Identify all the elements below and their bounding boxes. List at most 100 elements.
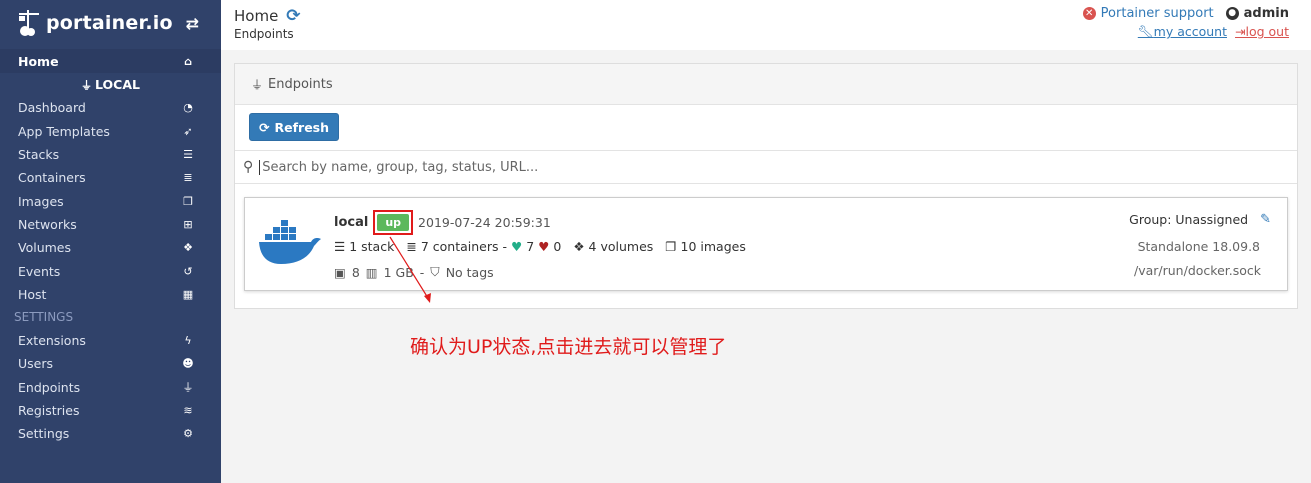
sidebar-item-stacks[interactable]: Stacks ☰ xyxy=(0,143,221,166)
sidebar-item-app-templates[interactable]: App Templates ➶ xyxy=(0,120,221,143)
separator: - xyxy=(419,264,425,280)
sidebar-item-label: Dashboard xyxy=(18,100,86,116)
sidebar-toggle-icon[interactable]: ⇄ xyxy=(186,14,199,33)
images-count: 10 images xyxy=(680,239,746,254)
annotation-text: 确认为UP状态,点击进去就可以管理了 xyxy=(410,336,727,358)
healthy-count: 7 xyxy=(526,239,535,254)
sidebar-item-registries[interactable]: Registries ≋ xyxy=(0,399,221,422)
server-icon: ≣ xyxy=(183,171,193,185)
sidebar-item-label: Stacks xyxy=(18,147,60,163)
sidebar-item-extensions[interactable]: Extensions ϟ xyxy=(0,329,221,352)
clone-icon: ❐ xyxy=(665,239,677,254)
rocket-icon: ➶ xyxy=(183,124,193,138)
th-list-icon: ☰ xyxy=(334,239,346,254)
sidebar-item-label: Containers xyxy=(18,170,86,186)
panel-heading: ⏚ Endpoints xyxy=(235,64,1297,105)
plug-icon: ⏚ xyxy=(182,381,194,395)
sidebar-item-label: Volumes xyxy=(18,240,72,256)
refresh-button-label: Refresh xyxy=(274,119,330,135)
my-account-label: my account xyxy=(1153,24,1228,39)
endpoint-item[interactable]: local up 2019-07-24 20:59:31 ☰ 1 stack ≣… xyxy=(244,197,1288,291)
server-icon: ≣ xyxy=(406,239,417,254)
group-label: Group: Unassigned xyxy=(1129,212,1249,227)
main-content: ⏚ Endpoints ⟳ Refresh ⚲ loca xyxy=(221,50,1311,483)
search-bar: ⚲ xyxy=(235,151,1297,184)
user-circle-icon: ● xyxy=(1225,7,1239,20)
sidebar-item-users[interactable]: Users ☻ xyxy=(0,352,221,375)
home-icon: ⌂ xyxy=(184,54,192,68)
th-icon: ▦ xyxy=(182,287,194,301)
tags-label: No tags xyxy=(445,264,494,280)
volumes-count: 4 volumes xyxy=(588,239,654,254)
endpoint-timestamp: 2019-07-24 20:59:31 xyxy=(418,215,551,230)
support-label: Portainer support xyxy=(1100,6,1214,21)
sidebar-item-label: Settings xyxy=(18,426,70,442)
plug-icon: ⏚ xyxy=(251,77,264,92)
images-stat: ❐ 10 images xyxy=(665,239,746,254)
cpu-count: 8 xyxy=(351,264,360,280)
sidebar-item-label: Events xyxy=(18,263,61,279)
sign-out-icon: ⇥ xyxy=(1235,24,1246,39)
logo-text: portainer.io xyxy=(46,12,173,34)
user-info: ● admin xyxy=(1225,6,1289,21)
sidebar-item-containers[interactable]: Containers ≣ xyxy=(0,166,221,189)
sidebar-item-label: Endpoints xyxy=(18,379,81,395)
sidebar-item-label: Home xyxy=(18,53,59,69)
tachometer-icon: ◔ xyxy=(183,101,193,115)
containers-count: 7 containers - xyxy=(420,239,507,254)
endpoint-version: Standalone 18.09.8 xyxy=(1137,239,1260,254)
sidebar-item-label: App Templates xyxy=(18,123,110,139)
sidebar: portainer.io ⇄ Home ⌂ ⏚ LOCAL Dashboard … xyxy=(0,0,221,483)
sidebar-item-label: Users xyxy=(18,356,54,372)
heartbeat-broken-icon: ♥ xyxy=(538,239,550,254)
endpoint-group: Group: Unassigned ✎ xyxy=(1129,212,1271,227)
memory-icon: ▥ xyxy=(365,264,378,280)
endpoint-name: local xyxy=(334,215,369,230)
bolt-icon: ϟ xyxy=(184,334,192,348)
portainer-support-link[interactable]: ✕ Portainer support xyxy=(1082,6,1214,21)
unhealthy-count: 0 xyxy=(553,239,562,254)
database-icon: ≋ xyxy=(183,404,193,417)
user-area: ✕ Portainer support ● admin 🔧︎my account… xyxy=(1082,6,1289,40)
heartbeat-icon: ♥ xyxy=(510,239,523,254)
clone-icon: ❐ xyxy=(183,194,193,208)
endpoints-panel: ⏚ Endpoints ⟳ Refresh ⚲ loca xyxy=(234,63,1298,309)
search-input[interactable] xyxy=(259,159,860,175)
sidebar-item-dashboard[interactable]: Dashboard ◔ xyxy=(0,96,221,119)
sidebar-item-events[interactable]: Events ↺ xyxy=(0,259,221,282)
endpoint-stats: ☰ 1 stack ≣ 7 containers - ♥ 7 ♥ 0 ❖ 4 v… xyxy=(334,239,746,254)
sidebar-item-label: Registries xyxy=(18,403,80,418)
plug-icon: ⏚ xyxy=(81,78,93,92)
history-icon: ↺ xyxy=(183,264,193,278)
endpoint-label: LOCAL xyxy=(95,77,140,93)
sidebar-item-host[interactable]: Host ▦ xyxy=(0,283,221,306)
sidebar-endpoint-name: ⏚ LOCAL xyxy=(0,73,221,96)
pencil-edit-icon[interactable]: ✎ xyxy=(1260,212,1271,227)
annotation-box: up xyxy=(373,210,414,235)
cpu-icon: ▣ xyxy=(334,264,346,280)
sidebar-item-volumes[interactable]: Volumes ❖ xyxy=(0,236,221,259)
portainer-logo[interactable]: portainer.io xyxy=(16,8,173,38)
settings-heading: SETTINGS xyxy=(14,310,74,325)
refresh-icon[interactable]: ⟳ xyxy=(286,6,300,26)
status-badge: up xyxy=(377,214,410,231)
sidebar-item-endpoints[interactable]: Endpoints ⏚ xyxy=(0,376,221,399)
sidebar-item-images[interactable]: Images ❐ xyxy=(0,189,221,212)
cubes-icon: ❖ xyxy=(573,239,585,254)
page-title-text: Home xyxy=(234,7,279,25)
sidebar-item-networks[interactable]: Networks ⊞ xyxy=(0,213,221,236)
log-out-link[interactable]: ⇥log out xyxy=(1235,24,1289,40)
th-list-icon: ☰ xyxy=(183,148,193,162)
sidebar-item-label: Extensions xyxy=(18,333,86,349)
search-icon: ⚲ xyxy=(243,159,254,175)
sidebar-item-home[interactable]: Home ⌂ xyxy=(0,49,221,73)
logo-row: portainer.io ⇄ xyxy=(0,0,221,46)
my-account-link[interactable]: 🔧︎my account xyxy=(1138,24,1227,40)
tags-icon: ⛉ xyxy=(430,264,440,279)
sidebar-item-label: Host xyxy=(18,286,47,302)
memory-size: 1 GB xyxy=(383,264,414,280)
endpoint-resources: ▣ 8 ▥ 1 GB - ⛉ No tags xyxy=(334,264,494,280)
endpoint-url: /var/run/docker.sock xyxy=(1134,263,1261,278)
sidebar-item-settings[interactable]: Settings ⚙ xyxy=(0,422,221,445)
refresh-button[interactable]: ⟳ Refresh xyxy=(249,113,340,141)
